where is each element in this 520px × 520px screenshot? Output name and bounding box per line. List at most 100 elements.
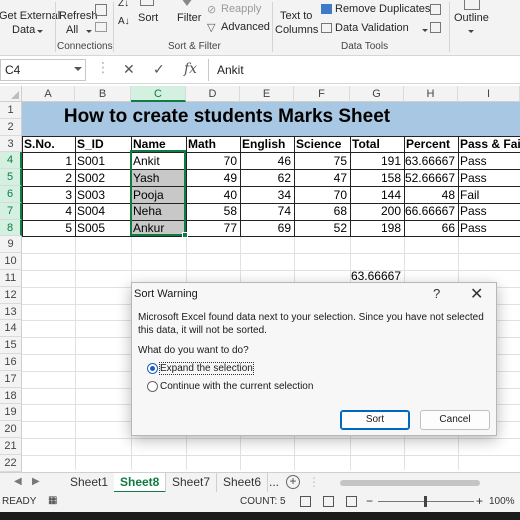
table-cell[interactable]: 52.66667 (404, 170, 458, 186)
column-header-d[interactable]: D (186, 86, 240, 102)
table-cell[interactable]: Fail (458, 187, 520, 203)
row-header-6[interactable]: 6 (0, 186, 22, 203)
zoom-slider-thumb[interactable] (424, 496, 427, 507)
table-cell[interactable]: 70 (294, 187, 350, 203)
column-header-e[interactable]: E (240, 86, 294, 102)
reapply-button[interactable]: Reapply (221, 3, 261, 15)
row-header-13[interactable]: 13 (0, 303, 22, 321)
table-cell[interactable]: 49 (186, 170, 240, 186)
expand-selection-radio[interactable] (147, 363, 158, 374)
table-header-cell[interactable]: English (240, 136, 294, 152)
column-header-g[interactable]: G (350, 86, 404, 102)
consolidate-icon[interactable] (430, 4, 441, 15)
insert-function-icon[interactable]: fx (184, 61, 197, 77)
row-header-3[interactable]: 3 (0, 135, 22, 153)
zoom-out-button[interactable]: − (366, 494, 373, 508)
table-cell[interactable]: 191 (350, 153, 404, 169)
table-cell[interactable]: 158 (350, 170, 404, 186)
row-header-16[interactable]: 16 (0, 354, 22, 371)
table-cell[interactable]: 34 (240, 187, 294, 203)
table-cell[interactable]: 62 (240, 170, 294, 186)
table-cell[interactable]: 74 (240, 203, 294, 219)
table-cell[interactable]: S001 (75, 153, 131, 169)
close-icon[interactable]: ✕ (470, 284, 483, 304)
table-cell[interactable]: 2 (22, 170, 75, 186)
row-header-5[interactable]: 5 (0, 169, 22, 186)
table-cell[interactable]: 46 (240, 153, 294, 169)
table-cell[interactable]: Pass (458, 203, 520, 219)
table-cell[interactable]: 3 (22, 187, 75, 203)
table-cell[interactable]: 4 (22, 203, 75, 219)
row-header-17[interactable]: 17 (0, 370, 22, 388)
table-cell[interactable]: 66.66667 (404, 203, 458, 219)
normal-view-icon[interactable] (300, 496, 311, 507)
table-cell[interactable]: 52 (294, 220, 350, 236)
tab-scroll-left-icon[interactable]: ◀ (14, 476, 22, 487)
column-header-c[interactable]: C (131, 86, 186, 102)
table-cell[interactable]: 198 (350, 220, 404, 236)
table-cell[interactable]: Pass (458, 170, 520, 186)
continue-current-radio[interactable] (147, 381, 158, 392)
table-cell[interactable]: 200 (350, 203, 404, 219)
formula-input[interactable]: Ankit (208, 59, 520, 81)
chevron-down-icon[interactable] (74, 67, 82, 71)
remove-duplicates-button[interactable]: Remove Duplicates (335, 3, 430, 15)
table-header-cell[interactable]: Science (294, 136, 350, 152)
cancel-button[interactable]: Cancel (420, 410, 490, 430)
data-validation-button[interactable]: Data Validation (335, 22, 409, 34)
expand-selection-label[interactable]: Expand the selection (159, 362, 254, 375)
column-header-h[interactable]: H (404, 86, 458, 102)
sort-az-icon[interactable]: Z↓ (118, 0, 129, 9)
table-cell[interactable]: 77 (186, 220, 240, 236)
continue-current-label[interactable]: Continue with the current selection (160, 381, 313, 392)
row-header-11[interactable]: 11 (0, 270, 22, 287)
fill-handle[interactable] (182, 232, 188, 238)
row-header-7[interactable]: 7 (0, 202, 22, 220)
relationships-icon[interactable] (430, 22, 441, 33)
table-cell[interactable]: 1 (22, 153, 75, 169)
column-header-i[interactable]: I (458, 86, 520, 102)
text-to-columns-label-1[interactable]: Text to (280, 10, 312, 22)
horizontal-scrollbar[interactable] (330, 479, 520, 487)
table-cell[interactable]: 58 (186, 203, 240, 219)
tab-sheet6[interactable]: Sheet6 (217, 473, 269, 493)
column-header-f[interactable]: F (294, 86, 350, 102)
row-header-10[interactable]: 10 (0, 253, 22, 270)
tab-sheet8[interactable]: Sheet8 (114, 473, 167, 493)
table-cell[interactable]: 70 (186, 153, 240, 169)
row-header-15[interactable]: 15 (0, 337, 22, 354)
table-cell[interactable]: 69 (240, 220, 294, 236)
table-cell[interactable]: Pass (458, 153, 520, 169)
table-cell[interactable]: 5 (22, 220, 75, 236)
table-cell[interactable]: 66 (404, 220, 458, 236)
column-header-b[interactable]: B (75, 86, 131, 102)
sort-za-icon[interactable]: A↓ (118, 16, 130, 27)
row-header-1[interactable]: 1 (0, 102, 22, 119)
zoom-level[interactable]: 100% (489, 496, 515, 507)
table-cell[interactable]: S005 (75, 220, 131, 236)
add-sheet-button[interactable]: + (286, 475, 300, 489)
tab-sheet1[interactable]: Sheet1 (64, 473, 116, 493)
zoom-in-button[interactable]: + (476, 494, 483, 508)
table-header-cell[interactable]: S.No. (22, 136, 75, 152)
column-header-a[interactable]: A (22, 86, 75, 102)
tab-sheet7[interactable]: Sheet7 (166, 473, 218, 493)
scrollbar-thumb[interactable] (340, 480, 480, 486)
row-header-12[interactable]: 12 (0, 286, 22, 304)
connections-icon[interactable] (95, 4, 107, 16)
table-cell[interactable]: S004 (75, 203, 131, 219)
row-header-19[interactable]: 19 (0, 404, 22, 422)
sort-button[interactable]: Sort (138, 12, 158, 24)
table-cell[interactable]: 75 (294, 153, 350, 169)
text-to-columns-label-2[interactable]: Columns (275, 24, 318, 36)
macro-icon[interactable]: ▦ (48, 495, 57, 506)
table-cell[interactable]: 68 (294, 203, 350, 219)
page-break-icon[interactable] (346, 496, 357, 507)
table-header-cell[interactable]: Percent (404, 136, 458, 152)
table-cell[interactable]: S003 (75, 187, 131, 203)
outline-button[interactable]: Outline (454, 12, 489, 24)
table-cell[interactable]: 144 (350, 187, 404, 203)
row-header-14[interactable]: 14 (0, 320, 22, 338)
row-header-9[interactable]: 9 (0, 236, 22, 254)
filter-button[interactable]: Filter (177, 12, 201, 24)
